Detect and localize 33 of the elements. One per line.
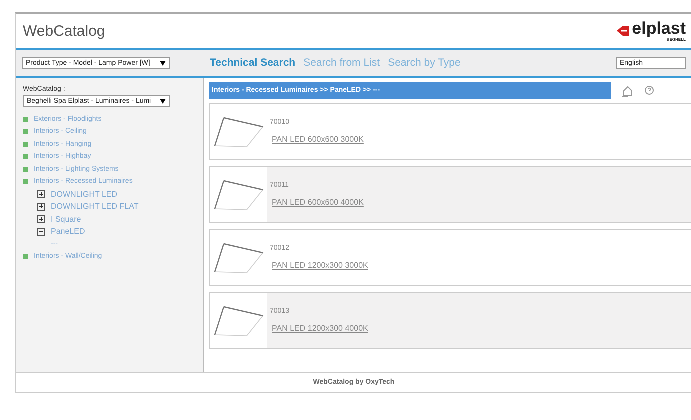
panel-light-drawing (214, 304, 264, 336)
logo-text: elplast (632, 20, 686, 36)
search-tab[interactable]: Search by Type (388, 57, 461, 69)
panel-light-drawing (214, 178, 264, 210)
expand-icon[interactable] (37, 202, 45, 211)
product-link[interactable]: PAN LED 600x600 4000K (272, 198, 691, 207)
bullet-icon (23, 179, 28, 184)
expand-icon[interactable] (37, 190, 45, 198)
dropdown-caret-icon[interactable] (160, 60, 166, 66)
logo-icon (617, 26, 630, 36)
product-link[interactable]: PAN LED 600x600 3000K (272, 135, 691, 144)
dropdown-caret-icon[interactable] (160, 98, 166, 104)
tree-item[interactable]: DOWNLIGHT LED FLAT (51, 202, 139, 212)
bullet-icon (23, 166, 28, 172)
bullet-icon (23, 142, 28, 147)
product-link[interactable]: PAN LED 1200x300 3000K (272, 261, 691, 270)
help-icon[interactable] (645, 86, 654, 95)
home-icon[interactable] (621, 84, 635, 98)
tree-item[interactable]: PaneLED (51, 227, 86, 236)
app-title: WebCatalog (23, 22, 106, 40)
tree-item[interactable]: I Square (51, 214, 82, 224)
tree-item[interactable]: DOWNLIGHT LED (51, 190, 118, 199)
bullet-icon (23, 254, 28, 260)
bullet-icon (23, 116, 28, 122)
bullet-icon (23, 129, 28, 134)
search-tab[interactable]: Search from List (304, 57, 380, 69)
bullet-icon (23, 154, 28, 160)
collapse-icon[interactable] (37, 228, 45, 236)
search-tab[interactable]: Technical Search (210, 57, 296, 69)
panel-light-drawing (214, 242, 264, 274)
panel-light-drawing (214, 116, 264, 148)
product-link[interactable]: PAN LED 1200x300 4000K (272, 324, 691, 333)
expand-icon[interactable] (37, 215, 45, 224)
